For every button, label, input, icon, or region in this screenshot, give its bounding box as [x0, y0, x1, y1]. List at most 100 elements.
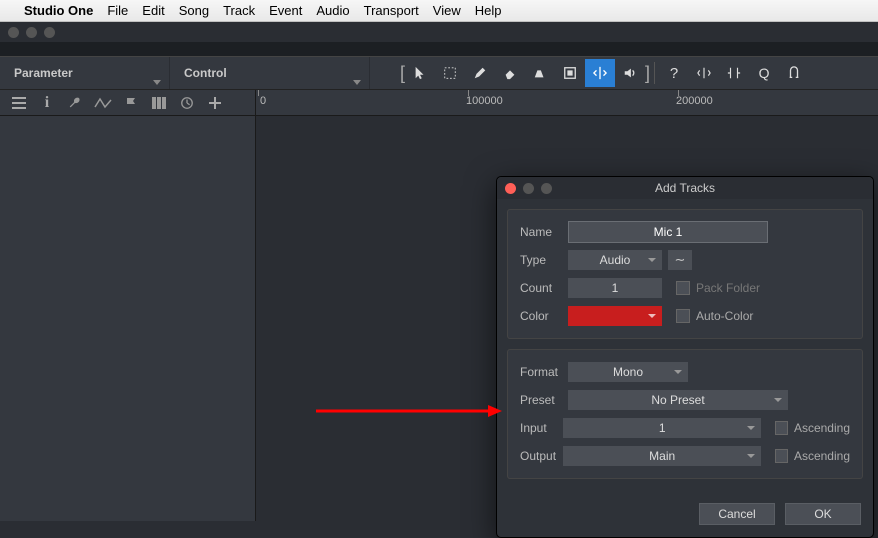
auto-color-checkbox[interactable] — [676, 309, 690, 323]
track-header-tools: i — [0, 90, 256, 115]
snap-range-button[interactable] — [719, 59, 749, 87]
document-tab-strip — [0, 42, 878, 56]
paint-tool[interactable] — [525, 59, 555, 87]
input-ascending-label: Ascending — [794, 421, 850, 435]
group-icon[interactable] — [150, 94, 168, 112]
count-label: Count — [520, 281, 568, 295]
format-label: Format — [520, 365, 568, 379]
preset-value: No Preset — [651, 393, 704, 407]
automation-parameter-dropdown[interactable]: Parameter — [0, 57, 170, 89]
track-type-dropdown[interactable]: Audio — [568, 250, 662, 270]
chevron-down-icon — [747, 454, 755, 458]
chevron-down-icon — [648, 314, 656, 318]
track-list-menu-icon[interactable] — [10, 94, 28, 112]
draw-tool[interactable] — [465, 59, 495, 87]
dialog-panel-basic: Name Type Audio ∼ Count 1 Pack Folder Co… — [507, 209, 863, 339]
app-name[interactable]: Studio One — [24, 3, 93, 18]
chevron-down-icon — [648, 258, 656, 262]
automation-icon[interactable] — [94, 94, 112, 112]
name-label: Name — [520, 225, 568, 239]
ok-button[interactable]: OK — [785, 503, 861, 525]
menu-song[interactable]: Song — [179, 3, 209, 18]
edit-tools-group: [ ] ? Q — [400, 59, 809, 87]
app-window-controls — [0, 22, 878, 42]
track-header-row: i 0 100000 200000 — [0, 90, 878, 116]
input-dropdown[interactable]: 1 — [563, 418, 761, 438]
ruler-mark: 0 — [260, 95, 266, 107]
track-color-picker[interactable] — [568, 306, 662, 326]
output-ascending-checkbox[interactable] — [775, 449, 788, 463]
automation-control-dropdown[interactable]: Control — [170, 57, 370, 89]
help-button[interactable]: ? — [659, 59, 689, 87]
menu-view[interactable]: View — [433, 3, 461, 18]
control-label: Control — [184, 66, 227, 80]
parameter-label: Parameter — [14, 66, 73, 80]
window-close-dot[interactable] — [8, 27, 19, 38]
chevron-down-icon — [353, 80, 361, 85]
mac-menubar: Studio One File Edit Song Track Event Au… — [0, 0, 878, 22]
type-value: Audio — [600, 253, 631, 267]
dialog-title: Add Tracks — [497, 181, 873, 195]
track-count-input[interactable]: 1 — [568, 278, 662, 298]
info-icon[interactable]: i — [38, 94, 56, 112]
track-name-input[interactable] — [568, 221, 768, 243]
menu-help[interactable]: Help — [475, 3, 502, 18]
input-ascending-checkbox[interactable] — [775, 421, 788, 435]
menu-file[interactable]: File — [107, 3, 128, 18]
menu-edit[interactable]: Edit — [142, 3, 164, 18]
dialog-footer: Cancel OK — [497, 499, 873, 537]
dialog-close-dot[interactable] — [505, 183, 516, 194]
quantize-button[interactable]: Q — [749, 59, 779, 87]
chevron-down-icon — [674, 370, 682, 374]
dialog-panel-routing: Format Mono Preset No Preset Input 1 — [507, 349, 863, 479]
tempo-icon[interactable] — [178, 94, 196, 112]
arrow-tool[interactable] — [405, 59, 435, 87]
menu-audio[interactable]: Audio — [316, 3, 349, 18]
erase-tool[interactable] — [495, 59, 525, 87]
output-label: Output — [520, 449, 563, 463]
chevron-down-icon — [747, 426, 755, 430]
output-ascending-label: Ascending — [794, 449, 850, 463]
range-tool[interactable] — [435, 59, 465, 87]
bracket-right-icon: ] — [645, 63, 650, 84]
menu-track[interactable]: Track — [223, 3, 255, 18]
menu-transport[interactable]: Transport — [364, 3, 419, 18]
timeline-ruler[interactable]: 0 100000 200000 — [256, 90, 878, 115]
listen-tool[interactable] — [615, 59, 645, 87]
macro-button[interactable] — [779, 59, 809, 87]
add-tracks-dialog: Add Tracks Name Type Audio ∼ Count 1 Pac… — [496, 176, 874, 538]
pack-folder-checkbox[interactable] — [676, 281, 690, 295]
ruler-mark: 100000 — [466, 95, 503, 107]
window-max-dot[interactable] — [44, 27, 55, 38]
dialog-max-dot — [541, 183, 552, 194]
mute-tool[interactable] — [555, 59, 585, 87]
format-dropdown[interactable]: Mono — [568, 362, 688, 382]
bend-tool[interactable] — [585, 59, 615, 87]
dialog-min-dot — [523, 183, 534, 194]
window-min-dot[interactable] — [26, 27, 37, 38]
ruler-mark: 200000 — [676, 95, 713, 107]
pack-folder-label: Pack Folder — [696, 281, 760, 295]
type-options-button[interactable]: ∼ — [668, 250, 692, 270]
dialog-titlebar[interactable]: Add Tracks — [497, 177, 873, 199]
output-value: Main — [649, 449, 675, 463]
cancel-button[interactable]: Cancel — [699, 503, 775, 525]
preset-dropdown[interactable]: No Preset — [568, 390, 788, 410]
chevron-down-icon — [774, 398, 782, 402]
snap-bend-button[interactable] — [689, 59, 719, 87]
track-list-panel[interactable] — [0, 116, 256, 521]
input-label: Input — [520, 421, 563, 435]
wrench-icon[interactable] — [66, 94, 84, 112]
auto-color-label: Auto-Color — [696, 309, 753, 323]
type-label: Type — [520, 253, 568, 267]
menu-event[interactable]: Event — [269, 3, 302, 18]
flag-icon[interactable] — [122, 94, 140, 112]
add-track-icon[interactable] — [206, 94, 224, 112]
input-value: 1 — [659, 421, 666, 435]
chevron-down-icon — [153, 80, 161, 85]
main-toolbar: Parameter Control [ — [0, 56, 878, 90]
color-label: Color — [520, 309, 568, 323]
preset-label: Preset — [520, 393, 568, 407]
format-value: Mono — [613, 365, 643, 379]
output-dropdown[interactable]: Main — [563, 446, 761, 466]
